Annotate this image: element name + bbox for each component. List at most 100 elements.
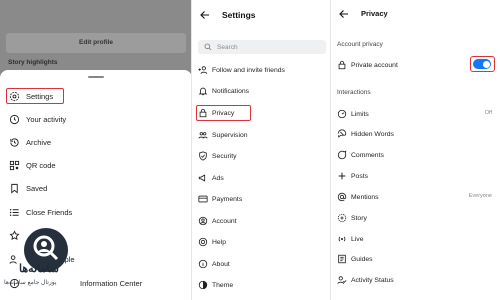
limits-value: Off: [484, 110, 492, 116]
profile-overlay[interactable]: Edit profile Story highlights: [0, 0, 191, 78]
back-arrow-icon[interactable]: [338, 8, 350, 20]
list-icon: [8, 206, 20, 218]
privacy-item-hidden-words[interactable]: Hidden Words: [337, 126, 394, 142]
settings-item-label: Payments: [212, 195, 243, 203]
privacy-item-mentions[interactable]: Mentions: [337, 189, 379, 205]
limits-icon: [337, 109, 347, 119]
info-icon: [198, 259, 208, 269]
sheet-item-label: Archive: [26, 137, 52, 147]
privacy-item-live[interactable]: Live: [337, 231, 363, 247]
live-icon: [337, 234, 347, 244]
sheet-item-qr-code[interactable]: QR code: [8, 157, 183, 173]
page-title: Privacy: [361, 9, 388, 18]
sheet-item-label: Saved: [26, 183, 48, 193]
settings-item-label: Security: [212, 152, 237, 160]
privacy-item-label: Limits: [351, 110, 369, 118]
settings-item-account[interactable]: Account: [198, 213, 237, 229]
privacy-item-label: Activity Status: [351, 276, 394, 284]
settings-item-label: Ads: [212, 174, 224, 182]
sheet-handle[interactable]: [88, 76, 104, 78]
megaphone-icon: [198, 173, 208, 183]
add-person-icon: [198, 65, 208, 75]
account-icon: [198, 216, 208, 226]
settings-item-label: Supervision: [212, 131, 248, 139]
comment-icon: [337, 150, 347, 160]
story-icon: [337, 213, 347, 223]
profile-menu-screen: Edit profile Story highlights Settings Y…: [0, 0, 192, 300]
privacy-item-story[interactable]: Story: [337, 210, 367, 226]
supervision-icon: [198, 130, 208, 140]
toggle-highlight: [470, 56, 495, 72]
privacy-item-label: Guides: [351, 255, 373, 263]
section-interactions: Interactions: [337, 89, 371, 96]
privacy-header: Privacy: [331, 0, 500, 27]
privacy-item-label: Hidden Words: [351, 130, 394, 138]
story-highlights-label: Story highlights: [8, 59, 58, 66]
watermark-subtitle: پورتال جامع سامانه‌ها: [4, 280, 57, 286]
card-icon: [198, 194, 208, 204]
settings-highlight: [6, 88, 64, 104]
settings-item-security[interactable]: Security: [198, 148, 237, 164]
sheet-item-close-friends[interactable]: Close Friends: [8, 204, 183, 220]
privacy-screen: Privacy Account privacy Private account …: [331, 0, 500, 300]
bell-icon: [198, 86, 208, 96]
page-title: Settings: [222, 10, 256, 20]
privacy-item-label: Live: [351, 235, 364, 243]
activity-icon: [8, 113, 20, 125]
privacy-item-label: Comments: [351, 151, 384, 159]
privacy-item-limits[interactable]: Limits: [337, 106, 369, 122]
shield-icon: [198, 151, 208, 161]
mention-icon: [337, 192, 347, 202]
sheet-item-label: QR code: [26, 160, 56, 170]
settings-item-theme[interactable]: Theme: [198, 277, 233, 293]
lock-icon: [337, 60, 347, 70]
settings-item-notifications[interactable]: Notifications: [198, 83, 249, 99]
sheet-item-saved[interactable]: Saved: [8, 180, 183, 196]
settings-item-label: Follow and invite friends: [212, 66, 285, 74]
search-placeholder: Search: [217, 43, 238, 51]
section-account-privacy: Account privacy: [337, 41, 383, 48]
settings-header: Settings: [192, 0, 330, 30]
hidden-words-icon: [337, 129, 347, 139]
settings-item-help[interactable]: Help: [198, 234, 226, 250]
bookmark-icon: [8, 182, 20, 194]
settings-item-follow[interactable]: Follow and invite friends: [198, 62, 285, 78]
star-icon: [8, 229, 20, 241]
privacy-item-guides[interactable]: Guides: [337, 251, 373, 267]
settings-item-about[interactable]: About: [198, 256, 230, 272]
privacy-item-label: Story: [351, 214, 367, 222]
activity-status-icon: [337, 275, 347, 285]
edit-profile-button: Edit profile: [6, 33, 186, 53]
privacy-item-comments[interactable]: Comments: [337, 147, 384, 163]
sheet-item-your-activity[interactable]: Your activity: [8, 111, 183, 127]
watermark-name: سامانه‌ها: [19, 263, 59, 275]
privacy-item-label: Mentions: [351, 193, 379, 201]
guides-icon: [337, 254, 347, 264]
search-input[interactable]: Search: [198, 40, 326, 54]
privacy-highlight: [196, 105, 251, 121]
sheet-item-label: Your activity: [26, 114, 67, 124]
sheet-item-label: Close Friends: [26, 207, 73, 217]
settings-item-supervision[interactable]: Supervision: [198, 127, 248, 143]
private-account-row[interactable]: Private account: [337, 57, 398, 73]
sheet-item-archive[interactable]: Archive: [8, 134, 183, 150]
theme-icon: [198, 280, 208, 290]
settings-item-ads[interactable]: Ads: [198, 170, 224, 186]
settings-item-payments[interactable]: Payments: [198, 191, 242, 207]
privacy-item-activity-status[interactable]: Activity Status: [337, 272, 394, 288]
back-arrow-icon[interactable]: [199, 9, 211, 21]
privacy-item-label: Posts: [351, 172, 368, 180]
settings-screen: Settings Search Follow and invite friend…: [192, 0, 331, 300]
help-icon: [198, 237, 208, 247]
settings-item-label: About: [212, 260, 230, 268]
search-icon: [204, 43, 212, 51]
qr-code-icon: [8, 159, 20, 171]
settings-item-label: Notifications: [212, 87, 250, 95]
posts-icon: [337, 171, 347, 181]
sheet-item-label: Information Center: [80, 278, 143, 288]
private-account-label: Private account: [351, 61, 398, 69]
mentions-value: Everyone: [468, 193, 492, 199]
settings-item-label: Account: [212, 217, 237, 225]
settings-item-label: Help: [212, 238, 226, 246]
privacy-item-posts[interactable]: Posts: [337, 168, 368, 184]
